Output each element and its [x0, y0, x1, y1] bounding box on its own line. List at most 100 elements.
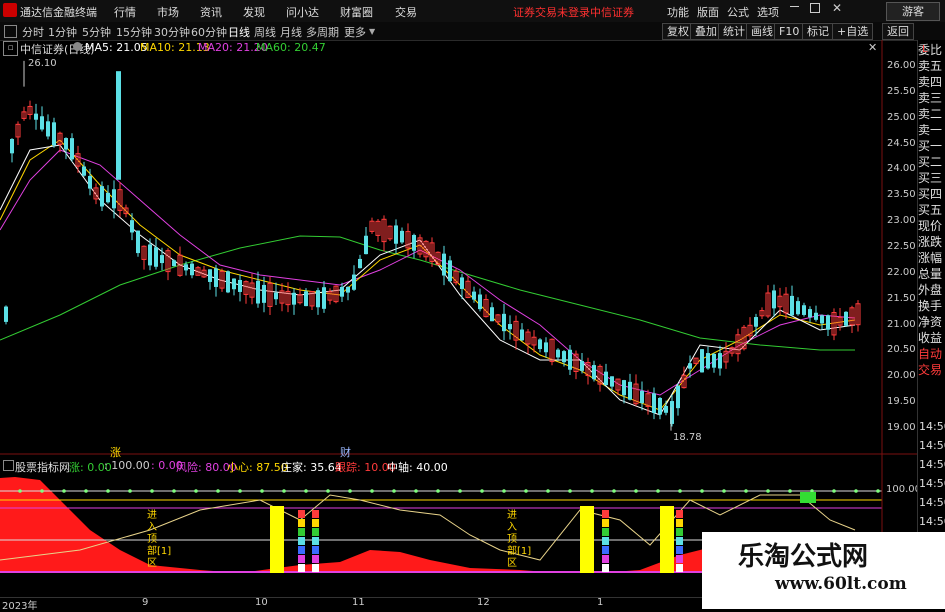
biaoji-button[interactable]: 标记 [802, 23, 834, 40]
period-more[interactable]: 更多 [344, 24, 366, 40]
add-watchlist-button[interactable]: +自选 [832, 23, 874, 40]
ind-dot [766, 489, 770, 493]
period-60min[interactable]: 60分钟 [191, 24, 227, 40]
color-column-cell [312, 510, 319, 518]
menu-item-faxian[interactable]: 发现 [243, 4, 265, 20]
date-9: 9 [142, 597, 149, 608]
watermark-title: 乐淘公式网 [738, 542, 869, 572]
event-mark-zhang[interactable]: 涨 [110, 444, 121, 460]
ind-dot [480, 489, 484, 493]
color-column-cell [602, 546, 609, 554]
side-trade[interactable]: 交易 [918, 362, 945, 378]
ind-dot [876, 489, 880, 493]
color-column-cell [676, 537, 683, 545]
side-buy3[interactable]: 买三 [918, 170, 945, 186]
ind-dot [128, 489, 132, 493]
period-multi[interactable]: 多周期 [306, 24, 339, 40]
side-sell1[interactable]: 卖一 [918, 122, 945, 138]
period-weekly[interactable]: 周线 [254, 24, 276, 40]
ind-dot [392, 489, 396, 493]
period-toolbar: 分时 1分钟 5分钟 15分钟 30分钟 60分钟 日线 周线 月线 多周期 更… [0, 22, 945, 41]
f10-button[interactable]: F10 [774, 23, 805, 40]
price-tick: 20.00 [887, 370, 916, 382]
event-mark-cai[interactable]: 财 [340, 444, 351, 460]
side-auto[interactable]: 自动 [918, 346, 945, 362]
signal-bar [660, 506, 674, 573]
indicator-name[interactable]: 股票指标网 [15, 459, 70, 475]
minimize-icon[interactable] [790, 6, 799, 7]
period-15min[interactable]: 15分钟 [116, 24, 152, 40]
settings-icon[interactable] [73, 42, 82, 51]
candle-body [262, 284, 266, 303]
side-sell5[interactable]: 卖五 [918, 58, 945, 74]
candle-body [604, 371, 608, 386]
menu-item-jiaoyi[interactable]: 交易 [395, 4, 417, 20]
side-sell3[interactable]: 卖三 [918, 90, 945, 106]
candle-body [712, 353, 716, 368]
ind-collapse-icon[interactable] [3, 460, 14, 471]
side-turnover[interactable]: 换手 [918, 298, 945, 314]
candle-body [4, 306, 8, 322]
side-buy5[interactable]: 买五 [918, 202, 945, 218]
broker-name[interactable]: 中信证券 [590, 4, 634, 20]
period-1min[interactable]: 1分钟 [48, 24, 77, 40]
candle-body [70, 138, 74, 160]
price-tick: 25.00 [887, 111, 916, 123]
candle-body [814, 312, 818, 320]
ind-val-zhuangjia: 庄家: 35.64 [281, 461, 342, 474]
kline-chart[interactable] [0, 40, 918, 609]
close-panel-icon[interactable]: ✕ [868, 41, 877, 54]
side-netasset[interactable]: 净资 [918, 314, 945, 330]
collapse-icon[interactable]: ▫ [3, 41, 18, 56]
app-title: 通达信金融终端 [20, 6, 97, 19]
side-volume[interactable]: 总量 [918, 266, 945, 282]
side-outer[interactable]: 外盘 [918, 282, 945, 298]
candle-body [10, 138, 14, 154]
menu-item-caifuquan[interactable]: 财富圈 [340, 4, 373, 20]
ind-dot [678, 489, 682, 493]
candle-body [844, 311, 848, 326]
more-chevron-icon[interactable]: ▼ [369, 27, 375, 36]
menu-item-zixun[interactable]: 资讯 [200, 4, 222, 20]
candle-body [184, 264, 188, 271]
price-tick: 20.50 [887, 344, 916, 356]
candle-body [232, 278, 236, 290]
stock-title: 中信证券(日线) [20, 43, 95, 56]
side-earnings[interactable]: 收益 [918, 330, 945, 346]
menu-banmian[interactable]: 版面 [697, 4, 719, 20]
side-buy1[interactable]: 买一 [918, 138, 945, 154]
ind-dot [612, 489, 616, 493]
menu-gongshi[interactable]: 公式 [727, 4, 749, 20]
period-5min[interactable]: 5分钟 [82, 24, 111, 40]
candle-body [226, 271, 230, 293]
period-30min[interactable]: 30分钟 [154, 24, 190, 40]
ind-dot [546, 489, 550, 493]
close-icon[interactable]: ✕ [832, 1, 842, 15]
menu-item-hangqing[interactable]: 行情 [114, 4, 136, 20]
menu-item-shichang[interactable]: 市场 [157, 4, 179, 20]
side-sell4[interactable]: 卖四 [918, 74, 945, 90]
side-change-pct[interactable]: 涨幅 [918, 250, 945, 266]
candle-body [808, 309, 812, 318]
layout-icon[interactable] [4, 25, 17, 38]
candle-body [88, 175, 92, 189]
menu-item-wenxiaoda[interactable]: 问小达 [286, 4, 319, 20]
candle-body [112, 189, 116, 209]
side-buy4[interactable]: 买四 [918, 186, 945, 202]
maximize-icon[interactable] [810, 3, 820, 13]
trade-warning[interactable]: 证券交易未登录 [513, 4, 590, 20]
guest-login-button[interactable]: 游客 [886, 2, 940, 21]
period-fenshi[interactable]: 分时 [22, 24, 44, 40]
period-daily[interactable]: 日线 [228, 24, 250, 40]
menu-gongneng[interactable]: 功能 [667, 4, 689, 20]
side-price[interactable]: 现价 [918, 218, 945, 234]
side-buy2[interactable]: 买二 [918, 154, 945, 170]
ind-dot [216, 489, 220, 493]
menu-xuanxiang[interactable]: 选项 [757, 4, 779, 20]
side-change[interactable]: 涨跌 [918, 234, 945, 250]
side-sell2[interactable]: 卖二 [918, 106, 945, 122]
period-monthly[interactable]: 月线 [280, 24, 302, 40]
back-button[interactable]: 返回 [882, 23, 914, 40]
ind-dot [370, 489, 374, 493]
price-tick: 21.00 [887, 318, 916, 330]
